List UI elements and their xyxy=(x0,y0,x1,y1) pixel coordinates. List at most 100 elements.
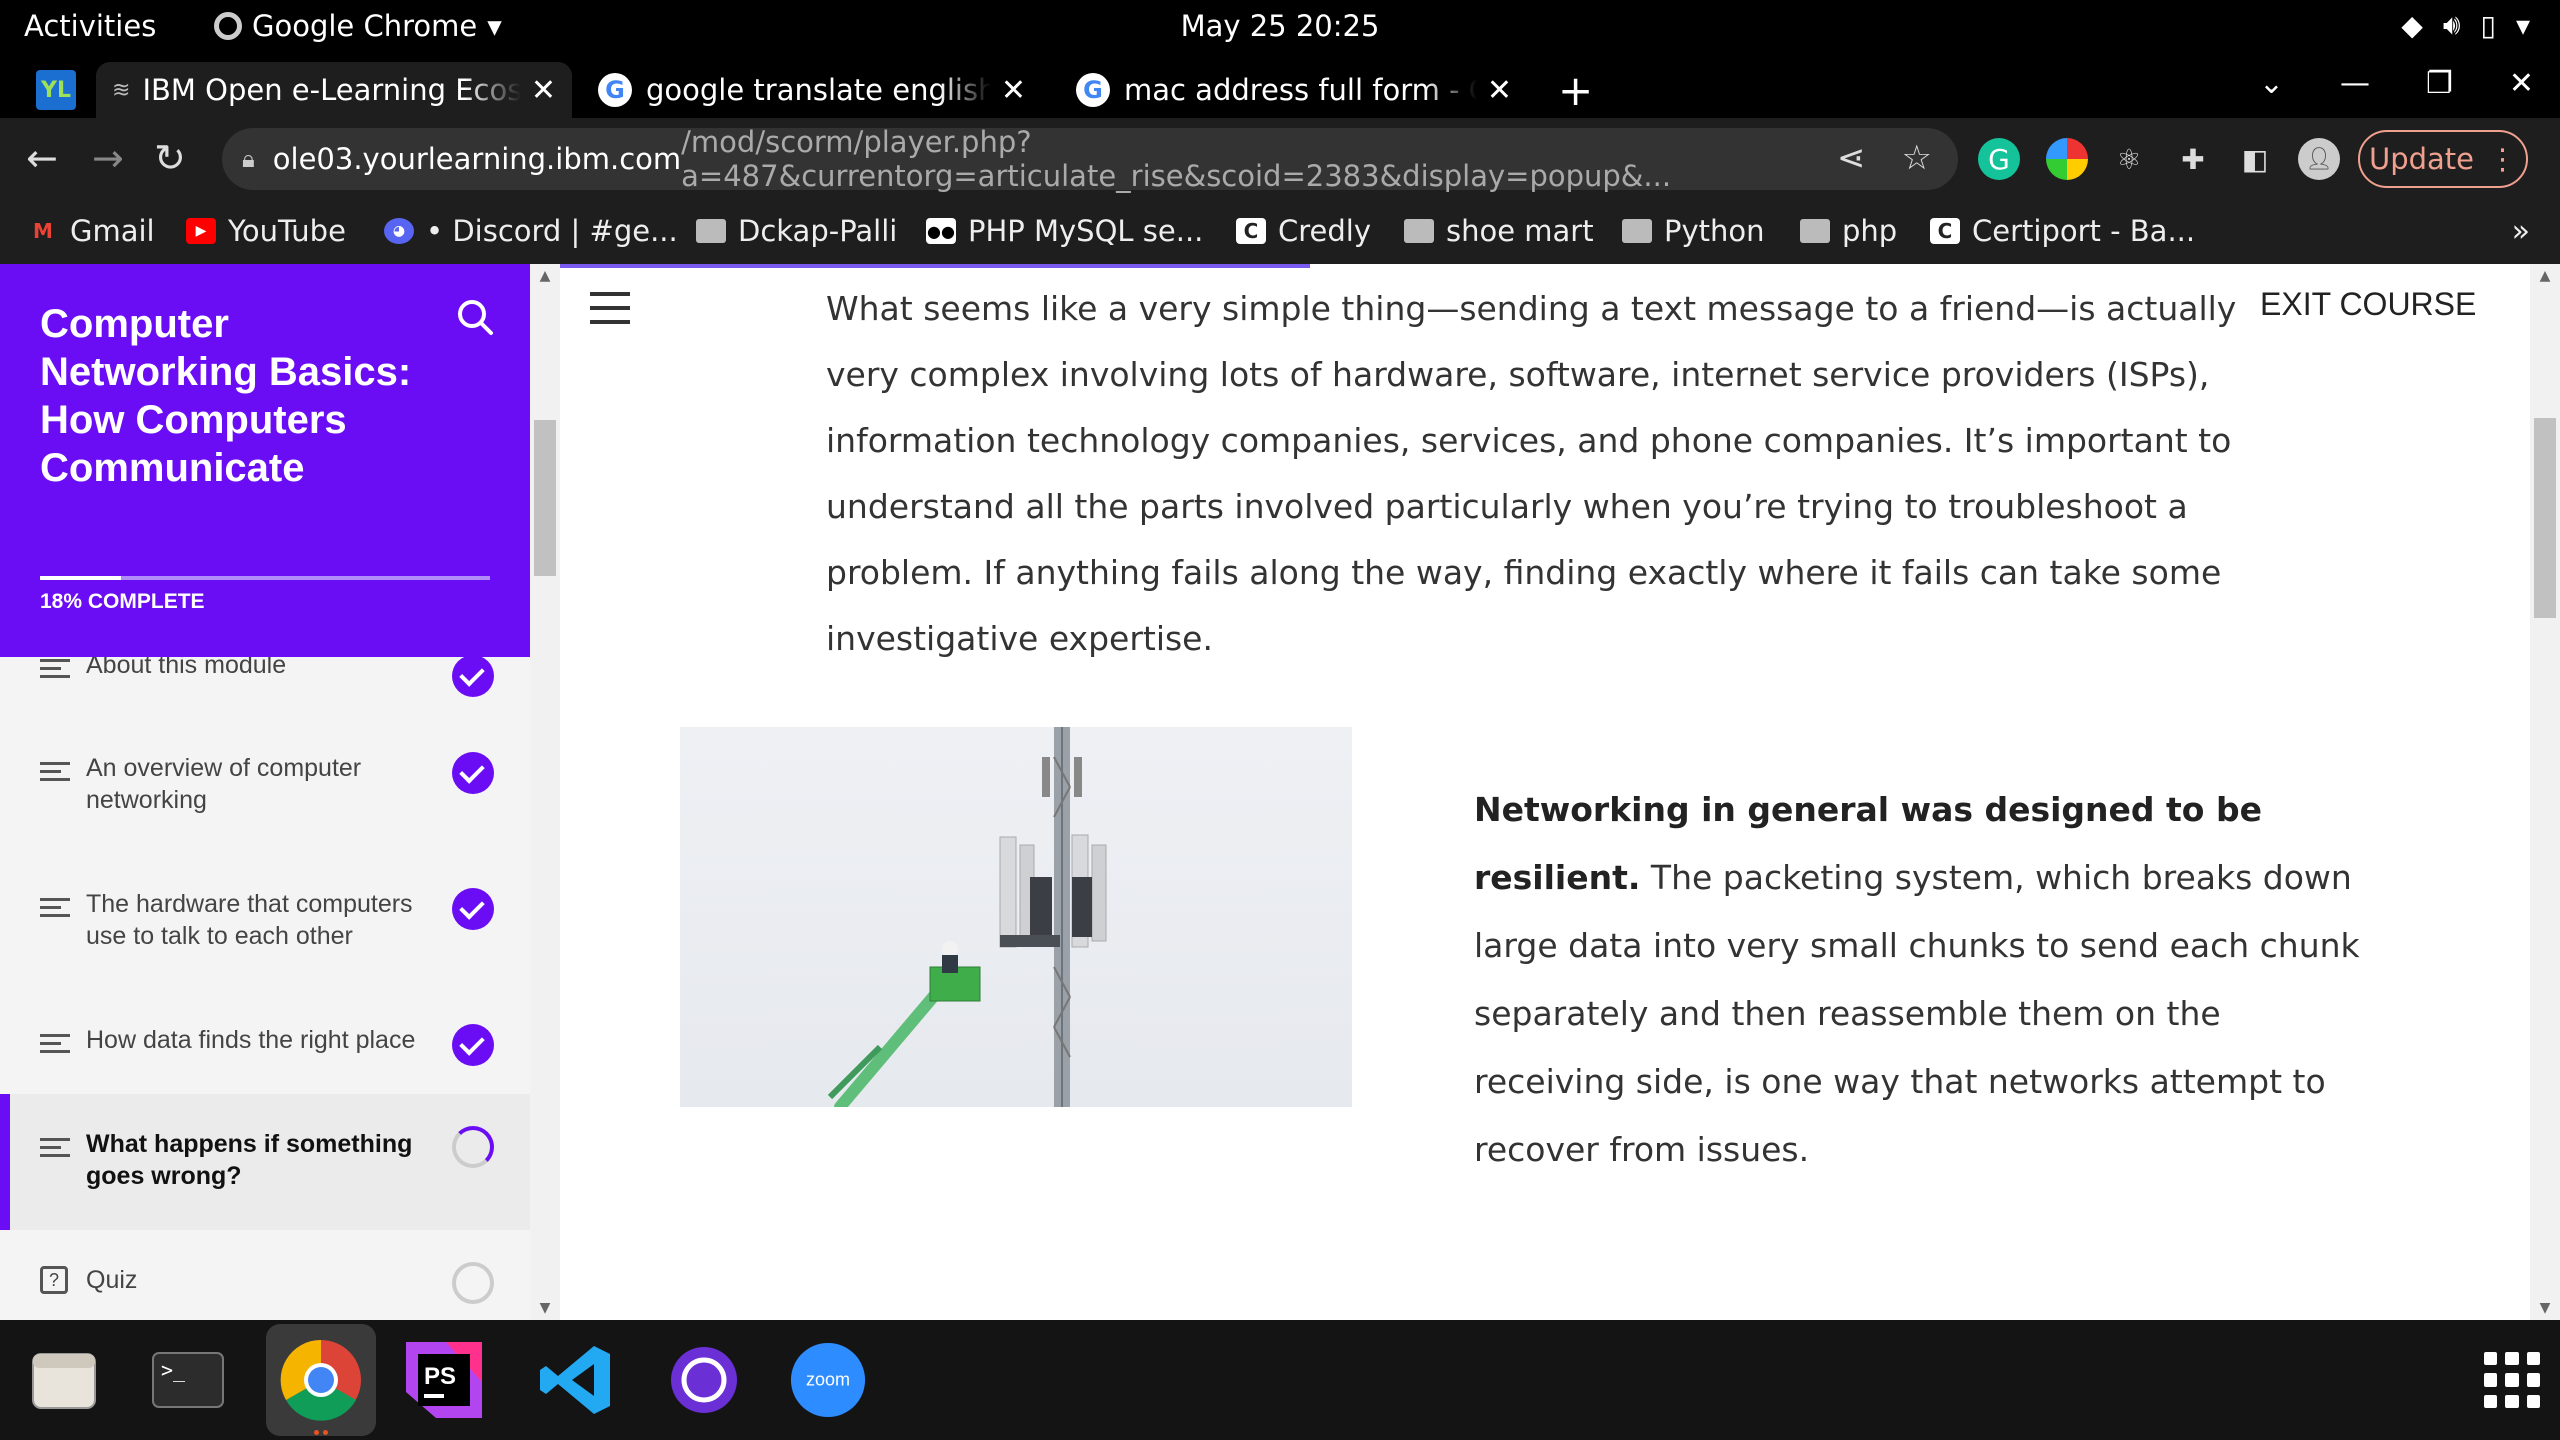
gmail-icon: M xyxy=(33,219,53,243)
files-app-icon[interactable] xyxy=(26,1342,102,1418)
bookmark-gmail[interactable]: M Gmail xyxy=(28,214,155,248)
bookmark-shoe-mart[interactable]: shoe mart xyxy=(1404,214,1594,248)
tab-ibm-learning[interactable]: ≋ IBM Open e-Learning Ecosystem ✕ xyxy=(96,62,572,118)
phpstorm-label: PS xyxy=(424,1363,456,1390)
lesson-overview-networking[interactable]: An overview of computer networking xyxy=(0,752,530,852)
volume-icon: 🔊︎ xyxy=(2442,8,2461,41)
quiz-icon: ? xyxy=(40,1266,68,1294)
phpstorm-app-icon[interactable]: PS xyxy=(406,1342,482,1418)
activities-button[interactable]: Activities xyxy=(24,9,156,43)
tab-title: IBM Open e-Learning Ecosystem xyxy=(142,73,521,107)
clock[interactable]: May 25 20:25 xyxy=(1181,9,1380,43)
color-picker-extension-icon[interactable] xyxy=(2046,138,2088,180)
restore-icon[interactable]: ❐ xyxy=(2426,66,2453,101)
lesson-hardware[interactable]: The hardware that computers use to talk … xyxy=(0,888,530,988)
bookmark-star-icon[interactable]: ☆ xyxy=(1902,138,1932,178)
sidebar-scrollbar[interactable]: ▲ ▼ xyxy=(530,264,560,1320)
lesson-in-progress-icon xyxy=(452,1126,494,1168)
scroll-down-icon[interactable]: ▼ xyxy=(530,1300,560,1316)
close-tab-icon[interactable]: ✕ xyxy=(1001,73,1026,108)
credly-icon: C xyxy=(1236,218,1266,244)
discord-icon: ◕ xyxy=(384,218,414,244)
tab-title: google translate english to xyxy=(646,73,991,107)
svg-text:>_: >_ xyxy=(161,1358,186,1382)
scrollbar-thumb[interactable] xyxy=(534,420,556,576)
profile-avatar[interactable]: 👤︎ xyxy=(2298,138,2340,180)
tab-search-icon[interactable]: ⌄ xyxy=(2259,66,2284,101)
lesson-label: The hardware that computers use to talk … xyxy=(86,890,413,950)
new-tab-button[interactable]: + xyxy=(1558,66,1593,115)
browser-toolbar: ← → ↻ 🔒︎ ole03.yourlearning.ibm.com/mod/… xyxy=(0,118,2560,202)
resilience-body-text: The packeting system, which breaks down … xyxy=(1474,858,2360,1169)
gnome-top-bar: Activities Google Chrome ▾ May 25 20:25 … xyxy=(0,0,2560,54)
more-bookmarks-button[interactable]: » xyxy=(2512,214,2530,249)
reload-icon[interactable]: ↻ xyxy=(154,136,186,180)
bookmark-dckap-palli[interactable]: Dckap-Palli xyxy=(696,214,897,248)
tab-mac-address[interactable]: G mac address full form - Google ✕ xyxy=(1060,62,1528,118)
scrollbar-thumb[interactable] xyxy=(2534,418,2556,618)
close-tab-icon[interactable]: ✕ xyxy=(1487,73,1512,108)
folder-icon xyxy=(696,219,726,243)
close-tab-icon[interactable]: ✕ xyxy=(531,73,556,108)
side-panel-icon[interactable]: ◧ xyxy=(2234,138,2276,180)
bookmark-label: Python xyxy=(1664,214,1765,248)
course-page: Computer Networking Basics: How Computer… xyxy=(0,264,2560,1320)
app-menu-label: Google Chrome xyxy=(252,9,478,43)
medium-icon: ●● xyxy=(926,218,956,244)
yourlearning-app-icon[interactable]: YL xyxy=(36,70,76,110)
share-icon[interactable]: ⋖ xyxy=(1837,138,1866,178)
lesson-quiz[interactable]: ? Quiz xyxy=(0,1262,530,1320)
vscode-app-icon[interactable] xyxy=(538,1342,614,1418)
bookmark-python[interactable]: Python xyxy=(1622,214,1765,248)
progress-label: 18% COMPLETE xyxy=(40,590,205,613)
forward-icon[interactable]: → xyxy=(92,136,124,180)
back-icon[interactable]: ← xyxy=(26,136,58,180)
bookmark-label: PHP MySQL se... xyxy=(968,214,1204,248)
app-menu[interactable]: Google Chrome ▾ xyxy=(214,9,502,43)
running-indicator xyxy=(314,1430,328,1436)
zoom-app-icon[interactable]: zoom xyxy=(790,1342,866,1418)
course-title: Computer Networking Basics: How Computer… xyxy=(40,302,412,490)
exit-course-button[interactable]: EXIT COURSE xyxy=(2260,286,2476,323)
course-sidebar: Computer Networking Basics: How Computer… xyxy=(0,264,530,1320)
screen-recorder-app-icon[interactable] xyxy=(666,1342,742,1418)
extensions-puzzle-icon[interactable]: ✚ xyxy=(2172,138,2214,180)
search-icon[interactable] xyxy=(454,296,496,338)
chevron-down-icon: ▾ xyxy=(487,9,502,43)
chrome-app-icon[interactable] xyxy=(266,1324,376,1436)
bookmark-youtube[interactable]: ▶ YouTube xyxy=(186,214,346,248)
chevron-down-icon: ▾ xyxy=(2515,8,2530,42)
scroll-up-icon[interactable]: ▲ xyxy=(2530,268,2560,284)
minimize-icon[interactable]: — xyxy=(2340,66,2370,101)
tab-google-translate[interactable]: G google translate english to ✕ xyxy=(582,62,1042,118)
scroll-up-icon[interactable]: ▲ xyxy=(530,268,560,284)
system-menu[interactable]: ◆ 🔊︎ ▯ ▾ xyxy=(2401,8,2530,42)
page-scrollbar[interactable]: ▲ ▼ xyxy=(2530,264,2560,1320)
bookmark-certiport[interactable]: C Certiport - Ba... xyxy=(1930,214,2195,248)
lesson-label: Quiz xyxy=(86,1266,138,1294)
lesson-complete-icon xyxy=(452,1024,494,1066)
lesson-label: What happens if something goes wrong? xyxy=(86,1130,413,1190)
lesson-something-wrong[interactable]: What happens if something goes wrong? xyxy=(0,1094,530,1230)
bookmark-discord[interactable]: ◕ • Discord | #ge... xyxy=(384,214,678,248)
bookmark-credly[interactable]: C Credly xyxy=(1236,214,1371,248)
close-window-icon[interactable]: ✕ xyxy=(2509,66,2534,101)
terminal-app-icon[interactable]: >_ xyxy=(150,1342,226,1418)
show-applications-icon[interactable] xyxy=(2484,1352,2540,1408)
address-bar[interactable]: 🔒︎ ole03.yourlearning.ibm.com/mod/scorm/… xyxy=(222,125,1958,193)
grammarly-icon[interactable]: G xyxy=(1978,138,2020,180)
bookmark-php-mysql[interactable]: ●● PHP MySQL se... xyxy=(926,214,1203,248)
lesson-data-finds-place[interactable]: How data finds the right place xyxy=(0,1024,530,1084)
update-button[interactable]: Update ⋮ xyxy=(2358,130,2528,188)
lesson-about-module[interactable]: About this module xyxy=(0,649,530,709)
course-header: Computer Networking Basics: How Computer… xyxy=(0,264,530,657)
bookmark-php[interactable]: php xyxy=(1800,214,1897,248)
menu-icon[interactable] xyxy=(590,292,630,324)
bookmark-label: shoe mart xyxy=(1446,214,1594,248)
react-devtools-icon[interactable]: ⚛ xyxy=(2108,138,2150,180)
bookmarks-bar: M Gmail ▶ YouTube ◕ • Discord | #ge... D… xyxy=(0,202,2560,264)
scroll-down-icon[interactable]: ▼ xyxy=(2530,1300,2560,1316)
url-path: /mod/scorm/player.php?a=487&currentorg=a… xyxy=(681,125,1672,193)
bookmark-label: Credly xyxy=(1278,214,1372,248)
lesson-not-started-icon xyxy=(452,1262,494,1304)
